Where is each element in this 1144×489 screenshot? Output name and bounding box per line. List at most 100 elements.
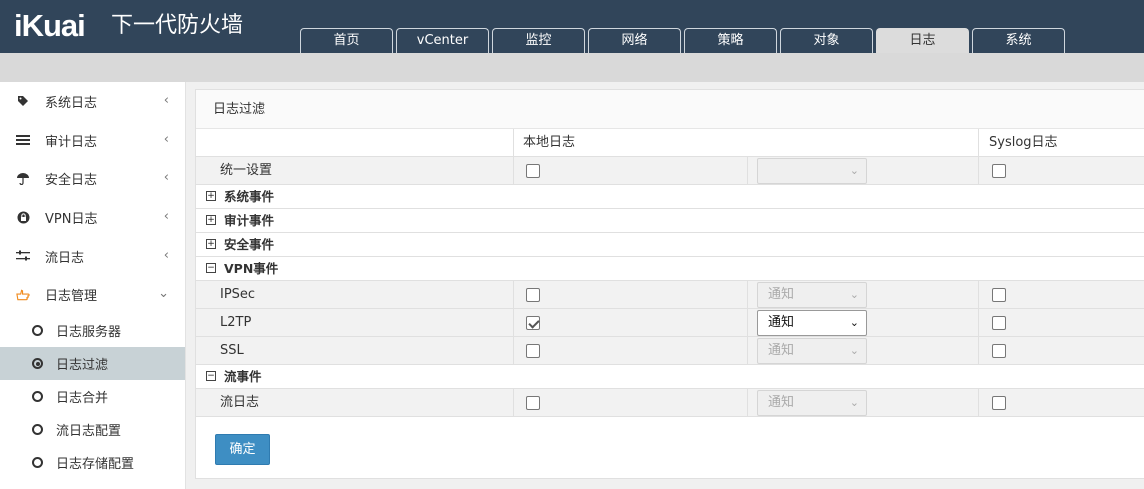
unified-syslog-checkbox[interactable] xyxy=(992,164,1006,178)
list-icon xyxy=(16,133,30,147)
l2tp-syslog-checkbox[interactable] xyxy=(992,316,1006,330)
tag-icon xyxy=(16,94,30,108)
group-label: 系统事件 xyxy=(224,189,275,204)
table-row-ssl: SSL 通知 ⌄ xyxy=(196,337,1144,365)
tab-home[interactable]: 首页 xyxy=(300,28,393,53)
flow-local-checkbox[interactable] xyxy=(526,396,540,410)
sidebar-subitem-flow-log-config[interactable]: 流日志配置 xyxy=(0,413,185,446)
chevron-down-icon: ⌄ xyxy=(158,286,169,302)
flow-level-select[interactable]: 通知 ⌄ xyxy=(757,390,867,416)
sidebar-item-security-log[interactable]: 安全日志 ‹ xyxy=(0,159,185,198)
group-system-events[interactable]: + 系统事件 xyxy=(196,185,1144,209)
row-label: IPSec xyxy=(220,287,256,302)
table-header-row: 本地日志 Syslog日志 xyxy=(196,129,1144,157)
flow-syslog-checkbox[interactable] xyxy=(992,396,1006,410)
expand-plus-icon[interactable]: + xyxy=(206,239,216,249)
tab-vcenter[interactable]: vCenter xyxy=(396,28,489,53)
sidebar-subitem-log-server[interactable]: 日志服务器 xyxy=(0,314,185,347)
sidebar-item-label: 日志管理 xyxy=(45,289,98,305)
sidebar-subitem-label: 日志服务器 xyxy=(56,325,122,341)
sliders-icon xyxy=(16,249,30,263)
l2tp-level-select[interactable]: 通知 ⌄ xyxy=(757,310,867,336)
confirm-button[interactable]: 确定 xyxy=(215,434,270,465)
tab-system[interactable]: 系统 xyxy=(972,28,1065,53)
radio-selected-icon xyxy=(32,358,43,370)
sidebar-item-log-management[interactable]: 日志管理 ⌄ xyxy=(0,275,185,314)
select-value: 通知 xyxy=(768,315,795,330)
sidebar-item-label: 系统日志 xyxy=(45,95,98,111)
sub-header-bar xyxy=(0,53,1144,82)
group-audit-events[interactable]: + 审计事件 xyxy=(196,209,1144,233)
chevron-left-icon: ‹ xyxy=(163,93,169,108)
tab-monitor[interactable]: 监控 xyxy=(492,28,585,53)
sidebar-subitem-log-filter[interactable]: 日志过滤 xyxy=(0,347,185,381)
sidebar-item-vpn-log[interactable]: VPN日志 ‹ xyxy=(0,198,185,237)
select-value: 通知 xyxy=(768,395,795,410)
chevron-down-icon: ⌄ xyxy=(849,316,859,329)
l2tp-local-checkbox[interactable] xyxy=(526,316,540,330)
unified-settings-row: 统一设置 ⌄ xyxy=(196,157,1144,185)
tab-policy[interactable]: 策略 xyxy=(684,28,777,53)
radio-icon xyxy=(32,391,43,403)
chevron-left-icon: ‹ xyxy=(163,247,169,263)
radio-icon xyxy=(32,457,43,469)
row-label: SSL xyxy=(220,343,244,358)
ipsec-syslog-checkbox[interactable] xyxy=(992,288,1006,302)
radio-icon xyxy=(32,424,43,436)
ipsec-level-select[interactable]: 通知 ⌄ xyxy=(757,282,867,308)
tab-log[interactable]: 日志 xyxy=(876,28,969,53)
group-security-events[interactable]: + 安全事件 xyxy=(196,233,1144,257)
sidebar-subitem-log-storage-config[interactable]: 日志存储配置 xyxy=(0,446,185,479)
group-label: 安全事件 xyxy=(224,237,275,252)
sidebar: 系统日志 ‹ 审计日志 ‹ 安全日志 ‹ VPN日志 ‹ 流日志 ‹ 日志管理 … xyxy=(0,82,186,489)
row-label: L2TP xyxy=(220,315,252,330)
group-label: VPN事件 xyxy=(224,261,279,276)
lock-icon xyxy=(16,210,30,224)
chevron-left-icon: ‹ xyxy=(163,131,169,147)
chevron-down-icon: ⌄ xyxy=(849,164,859,177)
column-header-syslog: Syslog日志 xyxy=(989,135,1058,150)
ssl-level-select[interactable]: 通知 ⌄ xyxy=(757,338,867,364)
group-label: 流事件 xyxy=(224,369,262,384)
sidebar-item-label: 安全日志 xyxy=(45,173,98,189)
product-name: 下一代防火墙 xyxy=(111,13,244,38)
table-row-l2tp: L2TP 通知 ⌄ xyxy=(196,309,1144,337)
chevron-left-icon: ‹ xyxy=(163,209,169,225)
sidebar-subitem-label: 日志过滤 xyxy=(56,358,109,374)
panel-title: 日志过滤 xyxy=(196,90,1144,129)
tab-object[interactable]: 对象 xyxy=(780,28,873,53)
expand-plus-icon[interactable]: + xyxy=(206,215,216,225)
select-value: 通知 xyxy=(768,343,795,358)
group-vpn-events[interactable]: − VPN事件 xyxy=(196,257,1144,281)
expand-plus-icon[interactable]: + xyxy=(206,191,216,201)
sidebar-subitem-label: 日志合并 xyxy=(56,391,109,407)
table-row-ipsec: IPSec 通知 ⌄ xyxy=(196,281,1144,309)
collapse-minus-icon[interactable]: − xyxy=(206,371,216,381)
table-row-flow-log: 流日志 通知 ⌄ xyxy=(196,389,1144,417)
sidebar-subitem-log-merge[interactable]: 日志合并 xyxy=(0,380,185,413)
sidebar-item-flow-log[interactable]: 流日志 ‹ xyxy=(0,237,185,276)
tab-network[interactable]: 网络 xyxy=(588,28,681,53)
ssl-local-checkbox[interactable] xyxy=(526,344,540,358)
hand-pointer-icon xyxy=(16,288,30,302)
sidebar-subitem-label: 流日志配置 xyxy=(56,424,122,440)
sidebar-item-label: 流日志 xyxy=(45,250,85,266)
sidebar-subitem-label: 日志存储配置 xyxy=(56,457,135,473)
row-label: 流日志 xyxy=(220,395,260,410)
select-value: 通知 xyxy=(768,287,795,302)
ssl-syslog-checkbox[interactable] xyxy=(992,344,1006,358)
collapse-minus-icon[interactable]: − xyxy=(206,263,216,273)
ipsec-local-checkbox[interactable] xyxy=(526,288,540,302)
umbrella-icon xyxy=(16,172,30,186)
unified-level-select[interactable]: ⌄ xyxy=(757,158,867,184)
group-flow-events[interactable]: − 流事件 xyxy=(196,365,1144,389)
sidebar-item-label: VPN日志 xyxy=(45,211,98,227)
sidebar-item-audit-log[interactable]: 审计日志 ‹ xyxy=(0,121,185,160)
log-filter-panel: 日志过滤 本地日志 Syslog日志 统一设置 ⌄ + 系统事件 + 审计事件 … xyxy=(195,89,1144,479)
unified-local-checkbox[interactable] xyxy=(526,164,540,178)
sidebar-item-system-log[interactable]: 系统日志 ‹ xyxy=(0,82,185,121)
group-label: 审计事件 xyxy=(224,213,275,228)
main-tabs: 首页 vCenter 监控 网络 策略 对象 日志 系统 xyxy=(300,28,1068,53)
top-navbar: iKuai 下一代防火墙 首页 vCenter 监控 网络 策略 对象 日志 系… xyxy=(0,0,1144,53)
chevron-down-icon: ⌄ xyxy=(849,288,859,301)
